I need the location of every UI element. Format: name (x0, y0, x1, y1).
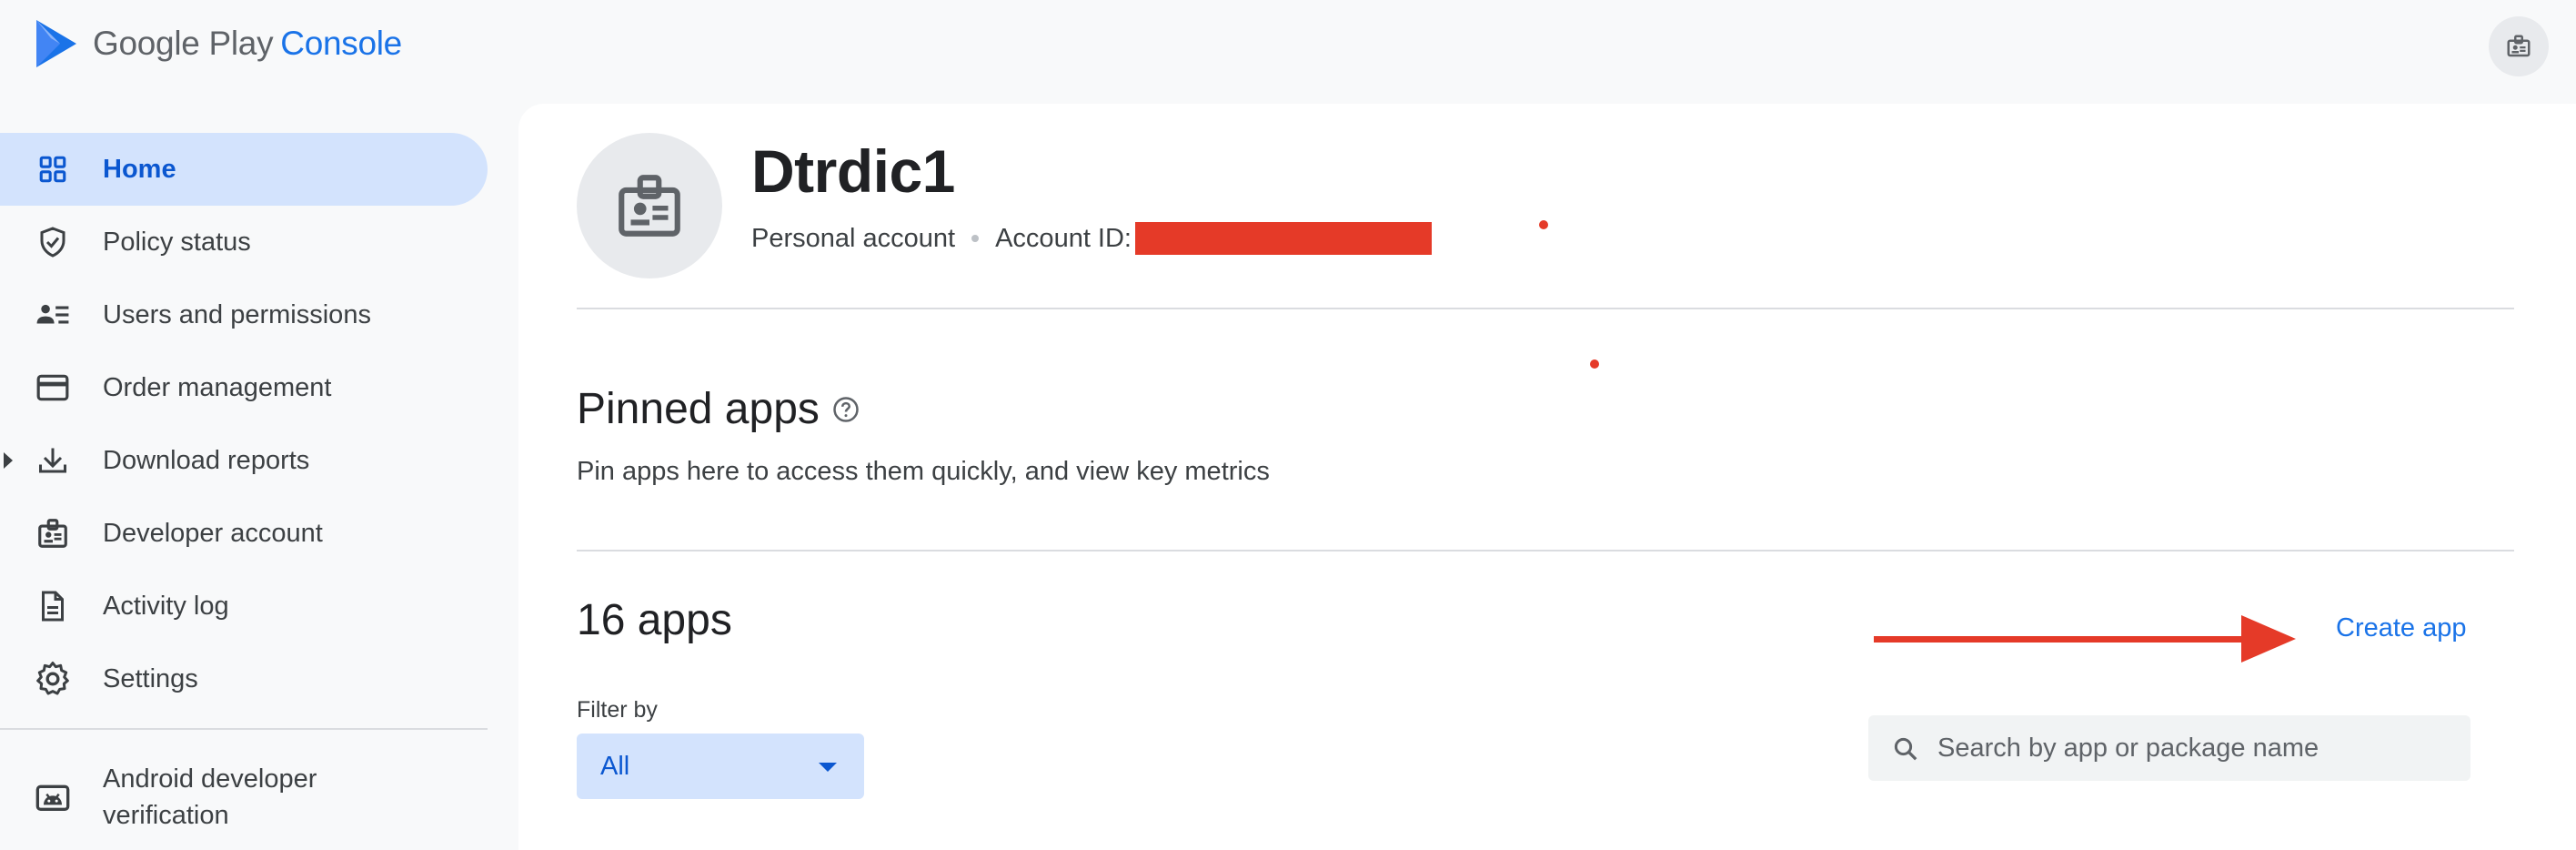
android-icon (33, 777, 73, 817)
credit-card-icon (33, 368, 73, 408)
download-icon (33, 440, 73, 481)
sidebar-item-label: Policy status (103, 227, 251, 257)
sidebar-item-activity-log[interactable]: Activity log (0, 570, 488, 643)
sidebar-item-label: Download reports (103, 445, 310, 475)
sidebar-item-label: Home (103, 154, 176, 184)
document-icon (33, 586, 73, 626)
logo-brand: Google Play (93, 25, 274, 62)
separator-dot (971, 235, 980, 242)
search-icon (1894, 737, 1917, 761)
account-id-label: Account ID: (995, 223, 1132, 253)
annotation-dot (1539, 220, 1548, 229)
app-search[interactable] (1868, 715, 2470, 781)
search-input[interactable] (1937, 715, 2456, 781)
divider (577, 308, 2514, 309)
badge-icon (619, 175, 680, 237)
sidebar-item-label: Developer account (103, 518, 323, 548)
pinned-apps-subtitle: Pin apps here to access them quickly, an… (577, 457, 1270, 486)
pinned-apps-title: Pinned apps (577, 384, 860, 434)
annotation-arrow-icon (1874, 615, 2296, 663)
annotation-dot (1590, 359, 1599, 369)
sidebar-item-order-management[interactable]: Order management (0, 351, 488, 424)
play-console-logo-icon (36, 20, 76, 67)
pinned-apps-heading: Pinned apps (577, 385, 820, 433)
gear-icon (33, 659, 73, 699)
account-avatar (577, 133, 722, 278)
logo-text: Google Play Console (93, 25, 402, 63)
shield-check-icon (33, 222, 73, 262)
sidebar-item-android-developer-verification[interactable]: Android developer verification (0, 754, 488, 841)
sidebar-item-label: Users and permissions (103, 299, 371, 329)
sidebar-item-label: Android developer verification (103, 764, 317, 830)
apps-count: 16 apps (577, 596, 732, 644)
expand-arrow-icon[interactable] (4, 452, 13, 469)
badge-icon (33, 513, 73, 553)
filter-label: Filter by (577, 697, 658, 723)
developer-name: Dtrdic1 (751, 137, 955, 205)
filter-dropdown[interactable]: All (577, 734, 864, 799)
chevron-down-icon (819, 763, 837, 772)
sidebar-divider (0, 728, 488, 730)
sidebar-item-settings[interactable]: Settings (0, 643, 488, 715)
main-content: Dtrdic1 Personal account Account ID: Pin… (518, 104, 2576, 850)
sidebar-item-home[interactable]: Home (0, 133, 488, 206)
logo-product: Console (280, 25, 402, 62)
account-button[interactable] (2489, 16, 2549, 76)
sidebar-item-developer-account[interactable]: Developer account (0, 497, 488, 570)
sidebar-item-policy-status[interactable]: Policy status (0, 206, 488, 278)
filter-value: All (600, 751, 630, 781)
account-type: Personal account (751, 223, 956, 253)
sidebar-item-label: Activity log (103, 591, 229, 621)
badge-icon (2507, 35, 2531, 57)
sidebar-item-users-and-permissions[interactable]: Users and permissions (0, 278, 488, 351)
sidebar-nav: Home Policy status Users and permissions… (0, 100, 509, 850)
users-list-icon (33, 295, 73, 335)
google-play-console-logo[interactable]: Google Play Console (33, 18, 402, 69)
account-id-redaction (1135, 222, 1432, 255)
grid-icon (33, 149, 73, 189)
sidebar-item-download-reports[interactable]: Download reports (0, 424, 488, 497)
sidebar-item-label: Settings (103, 663, 198, 693)
help-icon[interactable] (832, 396, 860, 423)
divider (577, 550, 2514, 551)
top-bar: Google Play Console (0, 0, 2576, 100)
sidebar-item-label: Order management (103, 372, 332, 402)
account-info: Personal account Account ID: (751, 222, 1432, 255)
create-app-link[interactable]: Create app (2336, 613, 2467, 643)
